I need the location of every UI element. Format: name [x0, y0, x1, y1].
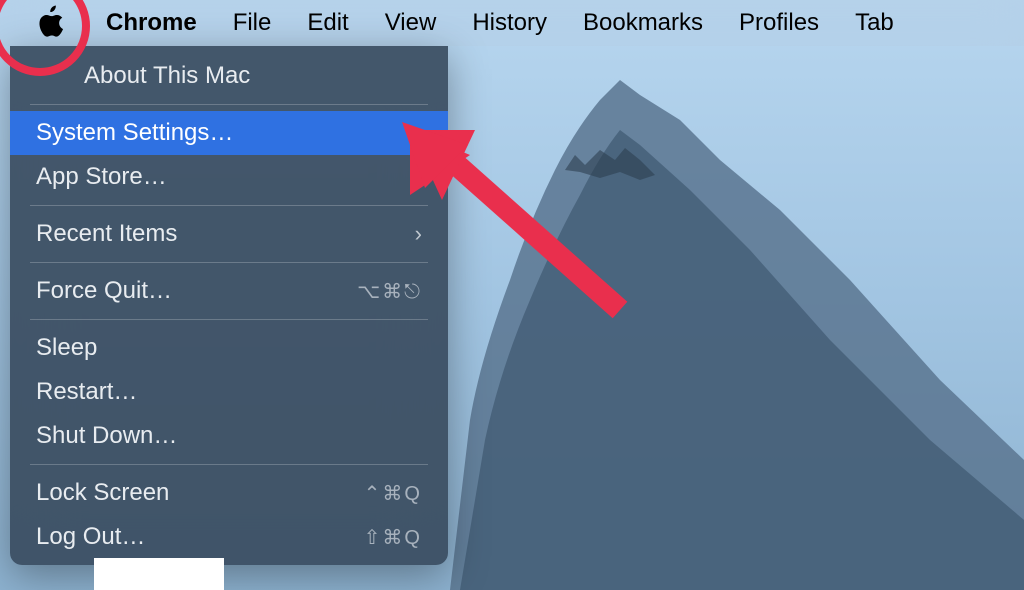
chevron-right-icon: ›: [415, 221, 422, 247]
menu-item-label: Lock Screen: [36, 479, 169, 507]
menubar-item-edit[interactable]: Edit: [289, 0, 366, 46]
menu-item-shut-down[interactable]: Shut Down…: [10, 414, 448, 458]
menu-item-log-out[interactable]: Log Out… ⇧⌘Q: [10, 515, 448, 559]
menu-item-label: Shut Down…: [36, 422, 177, 450]
menubar-item-file[interactable]: File: [215, 0, 290, 46]
menubar-app-name[interactable]: Chrome: [88, 0, 215, 46]
menu-item-force-quit[interactable]: Force Quit… ⌥⌘⎋: [10, 269, 448, 313]
keyboard-shortcut: ⌃⌘Q: [364, 481, 422, 506]
menubar-item-profiles[interactable]: Profiles: [721, 0, 837, 46]
menubar-item-history[interactable]: History: [454, 0, 565, 46]
menu-item-label: About This Mac: [36, 62, 250, 90]
menu-item-label: App Store…: [36, 163, 167, 191]
menu-separator: [30, 464, 428, 465]
menu-separator: [30, 104, 428, 105]
menu-item-label: Log Out…: [36, 523, 145, 551]
menu-item-about-this-mac[interactable]: About This Mac: [10, 54, 448, 98]
menubar-item-view[interactable]: View: [367, 0, 455, 46]
menu-item-label: Recent Items: [36, 220, 177, 248]
menu-item-label: Restart…: [36, 378, 137, 406]
menu-item-recent-items[interactable]: Recent Items ›: [10, 212, 448, 256]
apple-menu-dropdown: About This Mac System Settings… App Stor…: [10, 46, 448, 565]
menubar: Chrome File Edit View History Bookmarks …: [0, 0, 1024, 46]
keyboard-shortcut: ⇧⌘Q: [364, 525, 422, 550]
menu-separator: [30, 319, 428, 320]
menu-item-label: System Settings…: [36, 119, 233, 147]
apple-logo-icon: [33, 3, 67, 43]
menu-item-app-store[interactable]: App Store…: [10, 155, 448, 199]
annotation-overlay: [94, 558, 224, 590]
menu-separator: [30, 262, 428, 263]
apple-menu-button[interactable]: [30, 3, 70, 43]
keyboard-shortcut: ⌥⌘⎋: [357, 279, 422, 304]
menubar-item-tab[interactable]: Tab: [837, 0, 912, 46]
menu-item-system-settings[interactable]: System Settings…: [10, 111, 448, 155]
menubar-item-bookmarks[interactable]: Bookmarks: [565, 0, 721, 46]
menu-item-label: Force Quit…: [36, 277, 172, 305]
menu-item-sleep[interactable]: Sleep: [10, 326, 448, 370]
menu-item-label: Sleep: [36, 334, 97, 362]
menu-item-lock-screen[interactable]: Lock Screen ⌃⌘Q: [10, 471, 448, 515]
menu-item-restart[interactable]: Restart…: [10, 370, 448, 414]
menu-separator: [30, 205, 428, 206]
